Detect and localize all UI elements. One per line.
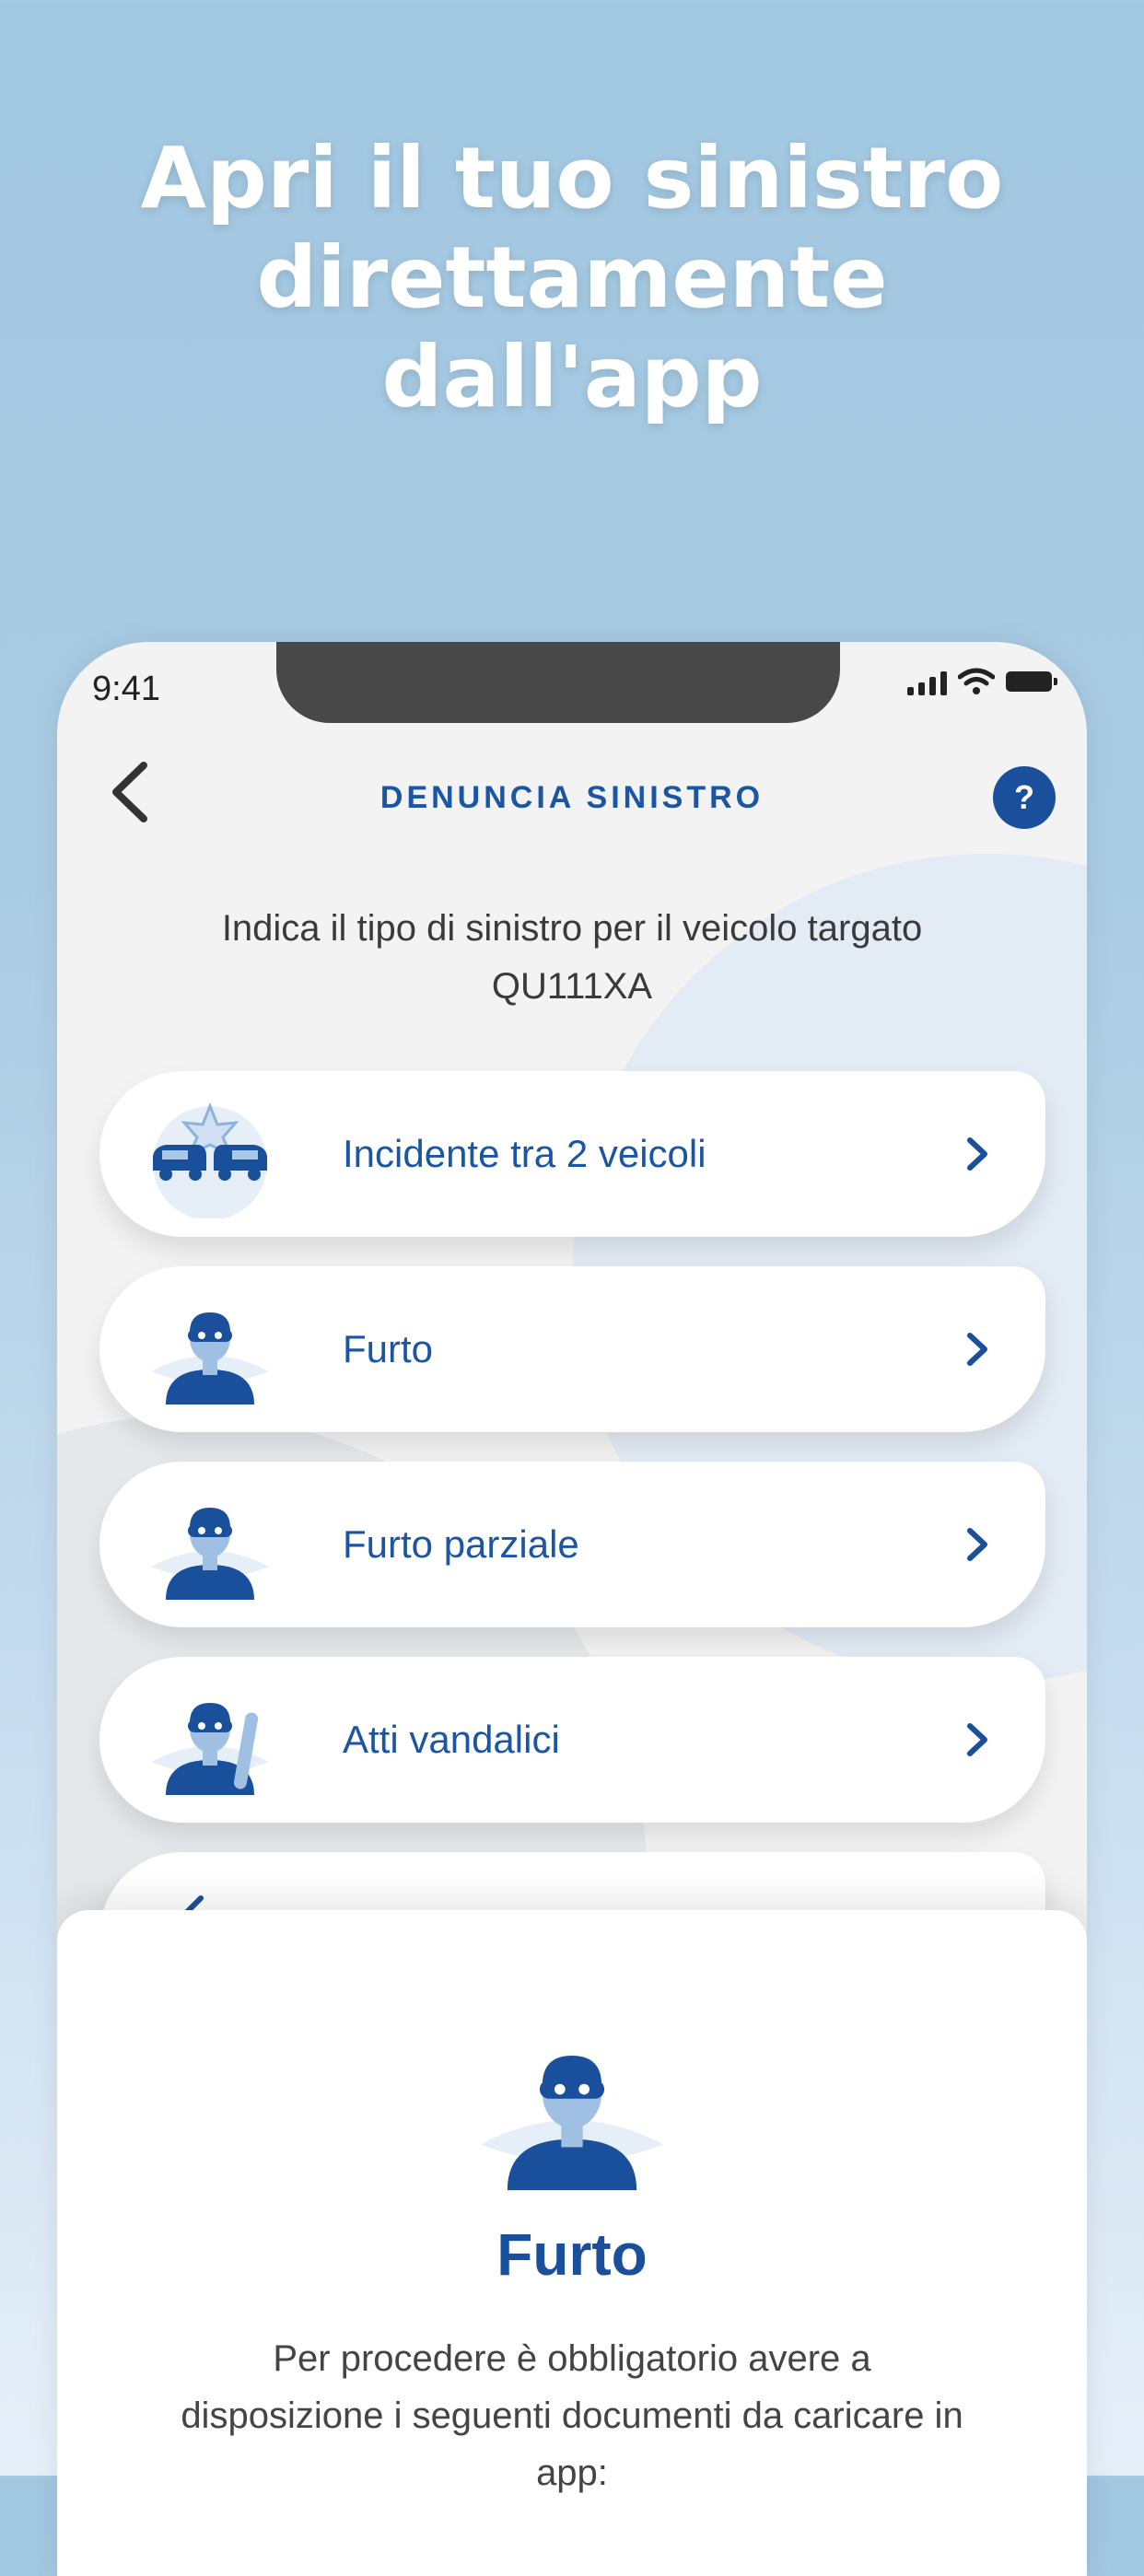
option-label: Atti vandalici <box>343 1718 560 1761</box>
chevron-right-icon <box>967 1723 987 1756</box>
car-collision-icon <box>153 1102 267 1218</box>
headline-line-1: Apri il tuo sinistro <box>140 129 1004 227</box>
option-furto[interactable]: Furto <box>99 1266 1045 1432</box>
option-furto-parziale[interactable]: Furto parziale <box>99 1462 1045 1627</box>
bottom-sheet: Furto Per procedere è obbligatorio avere… <box>57 1910 1087 2576</box>
status-time: 9:41 <box>92 670 160 708</box>
phone-notch <box>276 642 840 723</box>
thief-icon <box>151 1508 269 1600</box>
headline-line-3: dall'app <box>381 328 763 426</box>
status-icons <box>907 668 1057 695</box>
wifi-icon <box>958 668 995 694</box>
thief-icon <box>151 1312 269 1405</box>
chevron-right-icon <box>967 1137 987 1171</box>
headline-line-2: direttamente <box>256 228 888 327</box>
help-button[interactable]: ? <box>993 766 1056 829</box>
sheet-description: Per procedere è obbligatorio avere a dis… <box>181 2338 963 2493</box>
plate-number: QU111XA <box>491 966 653 1007</box>
instruction-text: Indica il tipo di sinistro per il veicol… <box>131 900 1013 1016</box>
chevron-right-icon <box>967 1333 987 1366</box>
sheet-title: Furto <box>496 2221 648 2288</box>
phone-screen: 9:41 DENUNCIA SINISTRO ? Indica il tipo … <box>57 642 1087 2576</box>
instruction-line: Indica il tipo di sinistro per il veicol… <box>221 908 923 949</box>
signal-icon <box>907 670 947 695</box>
battery-icon <box>1006 671 1057 692</box>
option-label: Incidente tra 2 veicoli <box>343 1132 706 1175</box>
option-atti-vandalici[interactable]: Atti vandalici <box>99 1657 1045 1823</box>
option-incidente[interactable]: Incidente tra 2 veicoli <box>99 1071 1045 1237</box>
headline: Apri il tuo sinistro direttamente dall'a… <box>0 129 1144 427</box>
chevron-right-icon <box>967 1528 987 1561</box>
option-label: Furto parziale <box>343 1522 579 1566</box>
page-title: DENUNCIA SINISTRO <box>379 780 765 815</box>
option-label: Furto <box>343 1327 434 1370</box>
vandal-icon <box>151 1703 269 1795</box>
thief-icon <box>480 2056 664 2191</box>
